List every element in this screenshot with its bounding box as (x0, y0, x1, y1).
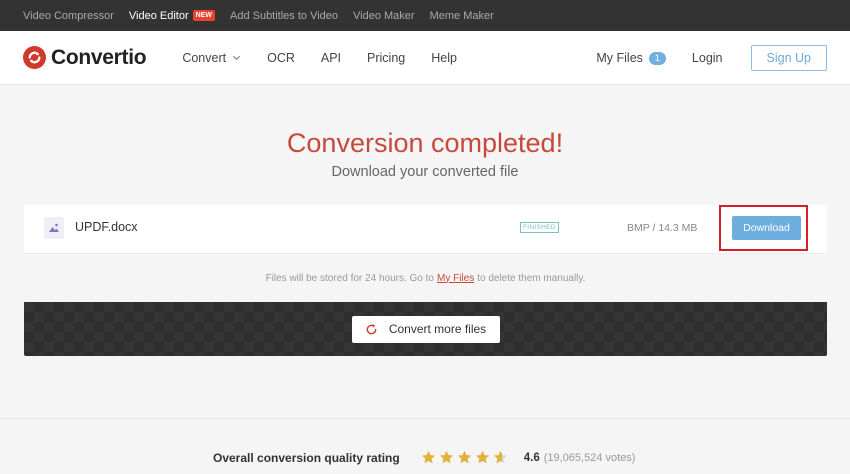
logo-text: Convertio (51, 45, 147, 69)
chevron-down-icon (233, 55, 241, 61)
main-header: Convertio Convert OCR API Pricing Help M… (0, 31, 850, 85)
topbar-link-video-editor[interactable]: Video Editor NEW (129, 10, 215, 22)
image-file-icon (44, 217, 64, 239)
topbar-link-video-compressor[interactable]: Video Compressor (23, 10, 114, 22)
nav-ocr[interactable]: OCR (267, 51, 295, 65)
convert-more-button[interactable]: Convert more files (351, 315, 500, 343)
storage-note-text-end: to delete them manually. (477, 272, 586, 284)
section-divider (0, 418, 850, 419)
star-icon (493, 450, 507, 464)
file-size: BMP / 14.3 MB (627, 222, 698, 234)
nav-pricing[interactable]: Pricing (367, 51, 405, 65)
topbar-link-add-subtitles[interactable]: Add Subtitles to Video (230, 10, 338, 22)
my-files-inline-link[interactable]: My Files (437, 273, 474, 284)
nav-api[interactable]: API (321, 51, 341, 65)
nav-convert[interactable]: Convert (182, 51, 241, 65)
page-title: Conversion completed! (286, 128, 564, 158)
rating-stars[interactable] (421, 450, 511, 465)
star-icon (421, 450, 435, 464)
nav-help[interactable]: Help (431, 51, 457, 65)
storage-note: Files will be stored for 24 hours. Go to… (24, 253, 827, 302)
page-subtitle: Download your converted file (331, 164, 519, 180)
quality-rating: Overall conversion quality rating 4.6 (1… (213, 450, 635, 465)
star-icon (439, 450, 453, 464)
convertio-logo-icon (23, 46, 46, 69)
rating-label: Overall conversion quality rating (213, 450, 400, 465)
rating-score: 4.6 (523, 451, 540, 464)
logo[interactable]: Convertio (23, 45, 147, 70)
account-nav: My Files 1 Login Sign Up (596, 31, 827, 85)
new-badge: NEW (192, 10, 215, 21)
download-highlight-box: Download (719, 205, 808, 251)
signup-button[interactable]: Sign Up (750, 45, 827, 71)
file-card: UPDF.docx FINISHED BMP / 14.3 MB Downloa… (24, 205, 827, 356)
download-button[interactable]: Download (732, 216, 801, 240)
status-badge: FINISHED (520, 222, 559, 233)
my-files-link[interactable]: My Files 1 (596, 51, 666, 65)
star-icon (475, 450, 489, 464)
top-bar: Video Compressor Video Editor NEW Add Sub… (0, 0, 850, 31)
star-icon (457, 450, 471, 464)
login-link[interactable]: Login (692, 51, 723, 65)
rating-votes: (19,065,524 votes) (543, 451, 636, 464)
topbar-link-meme-maker[interactable]: Meme Maker (430, 10, 494, 22)
storage-note-text: Files will be stored for 24 hours. Go to (265, 272, 434, 284)
main-nav: Convert OCR API Pricing Help (182, 51, 483, 65)
refresh-icon (366, 323, 377, 334)
convert-more-bar: Convert more files (24, 302, 827, 356)
file-count-badge: 1 (648, 51, 666, 65)
topbar-link-video-maker[interactable]: Video Maker (353, 10, 415, 22)
file-row: UPDF.docx FINISHED BMP / 14.3 MB Downloa… (24, 205, 827, 253)
file-name: UPDF.docx (75, 220, 138, 234)
